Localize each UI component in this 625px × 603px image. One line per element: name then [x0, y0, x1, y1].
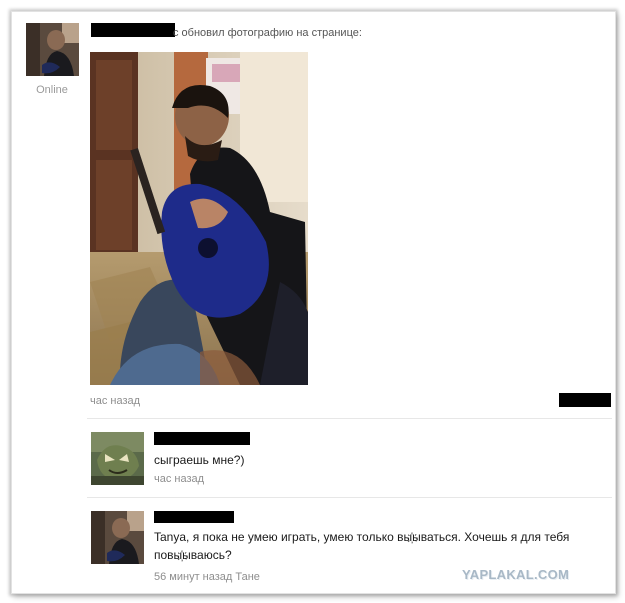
post-photo[interactable]: [90, 52, 308, 385]
post-time[interactable]: час назад: [90, 395, 140, 407]
redacted-action-link: [559, 393, 611, 407]
comment-divider: [87, 497, 612, 498]
reply-author-avatar[interactable]: [91, 511, 144, 564]
author-avatar[interactable]: [26, 23, 79, 76]
reply-text-line-2: повы҉ываюсь?: [154, 548, 232, 562]
reply-text-line-1: Tanya, я пока не умею играть, умею тольк…: [154, 530, 570, 544]
reply-time[interactable]: 56 минут назад Тане: [154, 571, 260, 583]
post-header-text: с обновил фотографию на странице:: [173, 27, 362, 39]
comments-divider: [87, 418, 612, 419]
comment-time[interactable]: час назад: [154, 473, 204, 485]
commenter-avatar[interactable]: [91, 432, 144, 485]
redacted-reply-author-name: [154, 511, 234, 523]
online-status: Online: [36, 84, 68, 96]
redacted-commenter-name: [154, 432, 250, 445]
comment-text: сыграешь мне?): [154, 453, 245, 467]
redacted-author-name: [91, 23, 175, 37]
watermark: YAPLAKAL.COM: [462, 567, 570, 582]
